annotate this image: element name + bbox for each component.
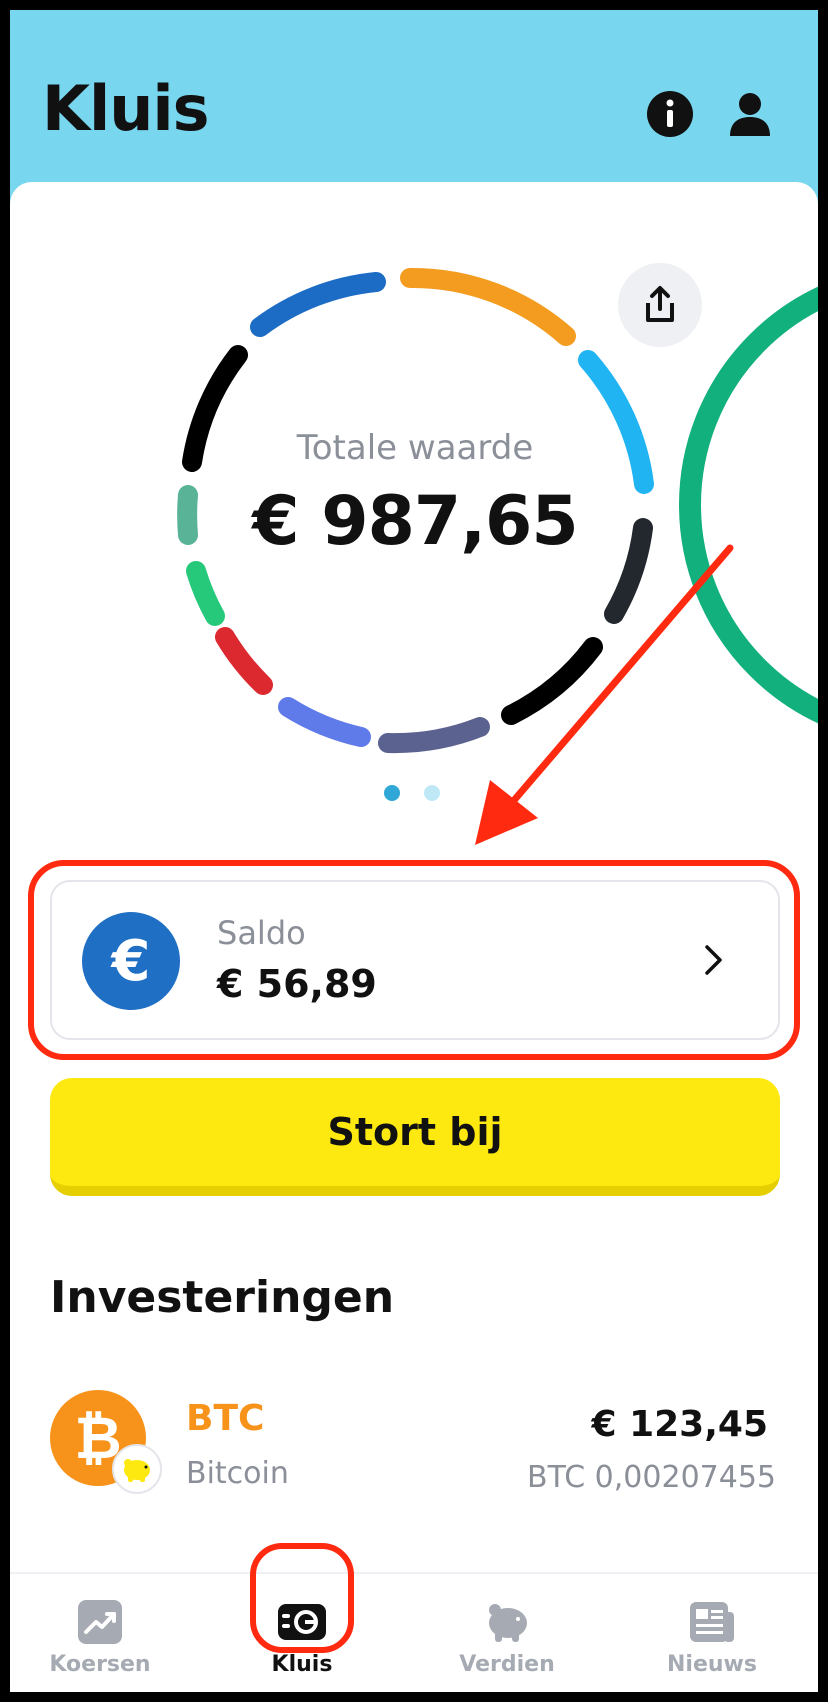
app-screen: Kluis Totale waarde € 987,65 € Saldo € 5… bbox=[10, 10, 818, 1692]
asset-value: € 123,45 bbox=[591, 1404, 768, 1445]
saldo-label: Saldo bbox=[217, 914, 306, 952]
euro-icon: € bbox=[82, 912, 180, 1010]
investments-title: Investeringen bbox=[50, 1272, 395, 1323]
nav-label: Kluis bbox=[271, 1652, 333, 1677]
piggy-bank-icon bbox=[489, 1604, 527, 1642]
carousel-indicator[interactable] bbox=[384, 785, 440, 801]
asset-name: Bitcoin bbox=[186, 1456, 289, 1491]
nav-label: Nieuws bbox=[667, 1652, 757, 1677]
carousel-dot-1[interactable] bbox=[384, 785, 400, 801]
asset-symbol: BTC bbox=[186, 1398, 265, 1439]
user-icon[interactable] bbox=[724, 88, 776, 140]
page-title: Kluis bbox=[42, 72, 210, 145]
investment-row-btc[interactable]: ₿ BTC Bitcoin € 123,45 BTC 0,00207455 bbox=[10, 1390, 818, 1520]
nav-label: Koersen bbox=[49, 1652, 151, 1677]
share-button[interactable] bbox=[618, 263, 702, 347]
asset-amount: BTC 0,00207455 bbox=[527, 1460, 776, 1495]
chart-icon bbox=[78, 1600, 122, 1644]
saldo-value: € 56,89 bbox=[217, 962, 377, 1006]
carousel-dot-2[interactable] bbox=[424, 785, 440, 801]
total-value-label: Totale waarde bbox=[296, 428, 534, 468]
bottom-nav: Koersen Kluis Verdien Nieuws bbox=[10, 1572, 818, 1692]
saldo-card[interactable]: € Saldo € 56,89 bbox=[50, 880, 780, 1040]
nav-item-nieuws[interactable]: Nieuws bbox=[642, 1596, 782, 1677]
chevron-right-icon bbox=[705, 945, 722, 975]
info-icon[interactable] bbox=[644, 88, 696, 140]
nav-item-verdien[interactable]: Verdien bbox=[437, 1596, 577, 1677]
piggy-bank-icon bbox=[112, 1444, 162, 1494]
newspaper-icon bbox=[690, 1602, 734, 1642]
nav-label: Verdien bbox=[459, 1652, 555, 1677]
annotation-highlight bbox=[250, 1543, 354, 1653]
deposit-button[interactable]: Stort bij bbox=[50, 1078, 780, 1196]
header: Kluis bbox=[10, 10, 818, 210]
total-value-amount: € 987,65 bbox=[252, 482, 578, 561]
share-icon bbox=[646, 286, 674, 322]
nav-item-koersen[interactable]: Koersen bbox=[30, 1596, 170, 1677]
